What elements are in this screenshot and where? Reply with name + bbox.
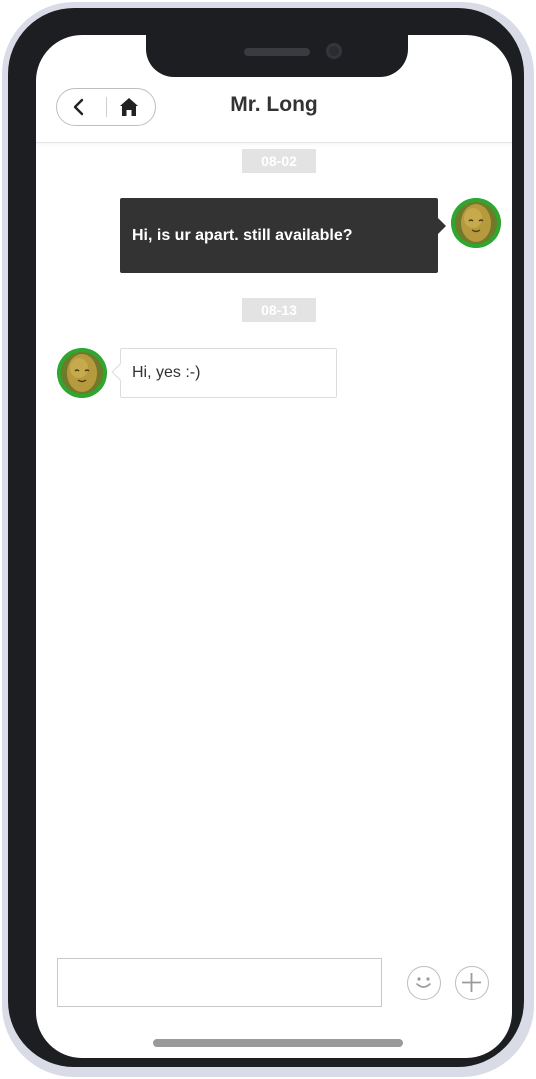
message-input[interactable] (57, 958, 382, 1007)
camera-icon (326, 43, 342, 59)
emoji-button[interactable] (407, 966, 441, 1000)
notch (146, 35, 408, 77)
smiley-icon (416, 977, 431, 988)
avatar-image (451, 198, 501, 248)
speaker-grille (244, 48, 310, 56)
avatar[interactable] (57, 348, 107, 398)
message-text: Hi, is ur apart. still available? (132, 227, 353, 244)
message-text: Hi, yes :-) (132, 364, 201, 381)
message-bubble-outgoing[interactable]: Hi, is ur apart. still available? (120, 198, 446, 273)
page-title: Mr. Long (230, 93, 318, 116)
avatar-image (57, 348, 107, 398)
chat-header: Mr. Long (36, 79, 512, 143)
home-indicator (153, 1039, 403, 1047)
screen: Mr. Long 08-02 Hi, is ur apart. still av… (36, 35, 512, 1058)
add-button[interactable] (455, 966, 489, 1000)
plus-icon (462, 973, 481, 992)
avatar[interactable] (451, 198, 501, 248)
date-badge: 08-02 (242, 149, 316, 173)
phone-frame: Mr. Long 08-02 Hi, is ur apart. still av… (8, 8, 524, 1067)
message-bubble-incoming[interactable]: Hi, yes :-) (120, 348, 337, 398)
date-badge: 08-13 (242, 298, 316, 322)
